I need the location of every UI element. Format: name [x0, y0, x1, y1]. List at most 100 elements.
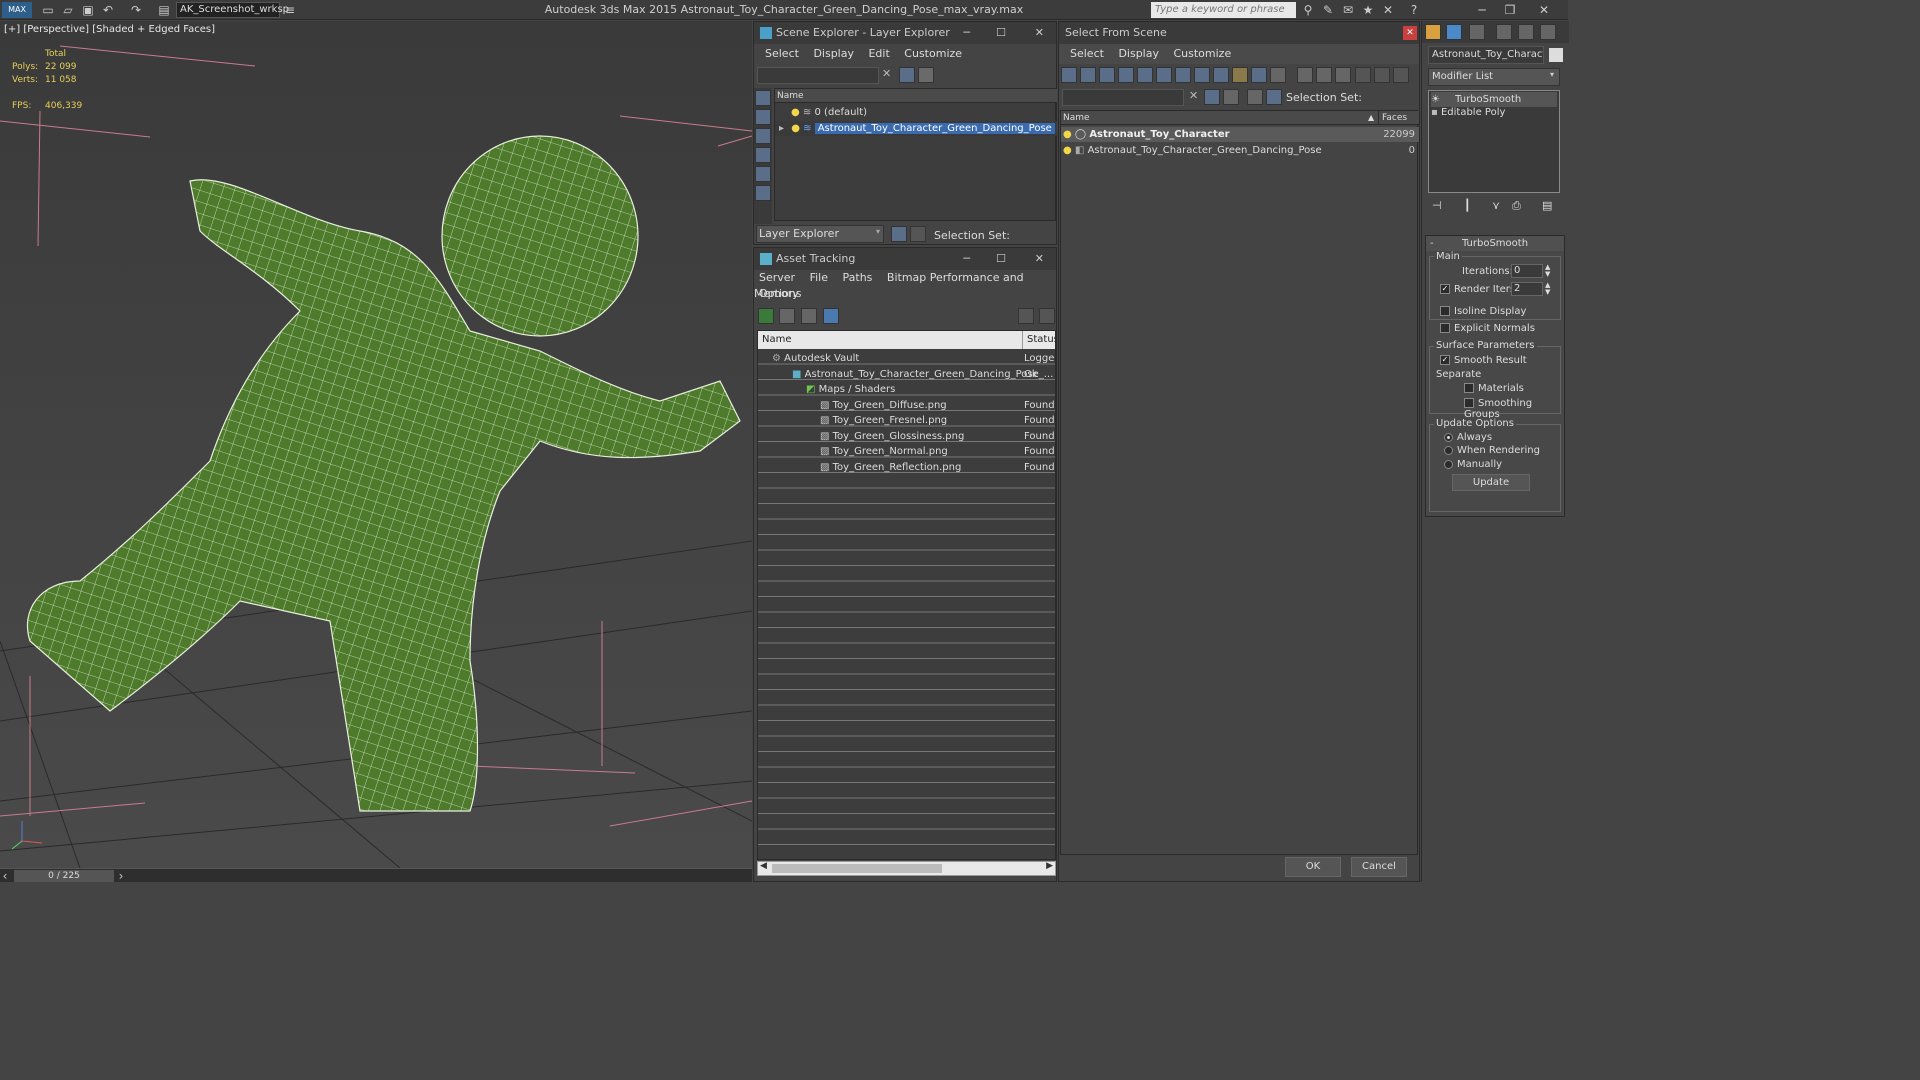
smoothing-groups-row[interactable]: Smoothing Groups [1464, 398, 1564, 420]
spinner-arrows-icon[interactable]: ▲ ▼ [1545, 282, 1550, 296]
select-search-input[interactable] [1062, 89, 1184, 106]
smooth-result-row[interactable]: ✓ Smooth Result [1440, 355, 1527, 366]
filter-icon[interactable] [899, 67, 915, 83]
table-view-icon[interactable] [823, 308, 839, 324]
close-icon[interactable]: ✕ [1035, 248, 1044, 270]
display-hidden-icon[interactable] [1270, 67, 1286, 83]
materials-row[interactable]: Materials [1464, 383, 1524, 394]
search-input[interactable]: Type a keyword or phrase [1151, 2, 1296, 18]
menu-select[interactable]: Select [1070, 47, 1104, 60]
display-xrefs-icon[interactable] [1194, 67, 1210, 83]
menu-customize[interactable]: Customize [904, 47, 962, 60]
spinner-arrows-icon[interactable]: ▲ ▼ [1545, 264, 1550, 278]
update-always-row[interactable]: Always [1444, 432, 1492, 443]
chevron-down-icon[interactable]: ▾ [1550, 70, 1554, 79]
col-faces-header[interactable]: Faces [1378, 111, 1407, 125]
display-geometry-icon[interactable] [755, 109, 771, 125]
utilities-tab-icon[interactable] [1540, 24, 1556, 40]
time-prev-icon[interactable]: ‹ [0, 868, 10, 884]
rollout-header[interactable]: - TurboSmooth [1426, 236, 1564, 251]
display-tab-icon[interactable] [1518, 24, 1534, 40]
update-button[interactable]: Update [1452, 474, 1530, 491]
smooth-result-checkbox[interactable]: ✓ [1440, 355, 1450, 365]
favorites-star-icon[interactable]: ★ [1360, 2, 1376, 18]
find-filter-icon[interactable] [1204, 89, 1220, 105]
cancel-button[interactable]: Cancel [1351, 857, 1407, 877]
pin-stack-icon[interactable]: ⊣ [1432, 199, 1442, 212]
select-invert-icon[interactable] [1335, 67, 1351, 83]
iterations-spinner[interactable]: 0 [1511, 264, 1543, 278]
modify-tab-icon[interactable] [1446, 24, 1462, 40]
minimize-icon[interactable]: ─ [1468, 2, 1496, 18]
refresh-icon[interactable] [758, 308, 774, 324]
menu-file[interactable]: File [810, 271, 828, 284]
col-status-header[interactable]: Status [1022, 331, 1055, 349]
menu-display[interactable]: Display [813, 47, 854, 60]
asset-row[interactable]: ▧ Toy_Green_Diffuse.png [820, 398, 947, 413]
col-name-header[interactable]: Name [1063, 111, 1090, 125]
time-slider[interactable]: 0 / 225 [14, 870, 114, 882]
display-cameras-icon[interactable] [755, 166, 771, 182]
settings-icon[interactable] [1039, 308, 1055, 324]
scene-explorer-search[interactable] [757, 67, 879, 84]
materials-checkbox[interactable] [1464, 383, 1474, 393]
restore-icon[interactable]: ❐ [1496, 2, 1524, 18]
list-view-icon[interactable] [779, 308, 795, 324]
collapse-icon[interactable]: - [1430, 236, 1434, 251]
close-icon[interactable]: ✕ [1035, 22, 1044, 44]
hierarchy-icon[interactable] [1266, 89, 1282, 105]
layer-row[interactable]: ● ≋ 0 (default) [775, 105, 1057, 120]
display-bones-icon[interactable] [1213, 67, 1229, 83]
horizontal-scrollbar[interactable]: ◀ ▶ [757, 861, 1056, 876]
expand-arrow-icon[interactable]: ▸ [779, 123, 784, 134]
create-tab-icon[interactable] [1425, 24, 1441, 40]
asset-row[interactable]: ▧ Toy_Green_Reflection.png [820, 460, 961, 475]
asset-row[interactable]: ▧ Toy_Green_Normal.png [820, 444, 948, 459]
configure-sets-icon[interactable]: ▤ [1542, 199, 1552, 212]
time-next-icon[interactable]: › [116, 868, 126, 884]
help-icon[interactable] [1018, 308, 1034, 324]
hierarchy-tab-icon[interactable] [1469, 24, 1485, 40]
bulb-icon[interactable]: ☀ [1431, 94, 1440, 105]
light-bulb-icon[interactable]: ● [1063, 129, 1072, 140]
display-geometry-icon[interactable] [1061, 67, 1077, 83]
asset-row[interactable]: ⚙ Autodesk Vault [772, 351, 859, 366]
explicit-normals-row[interactable]: Explicit Normals [1440, 323, 1535, 334]
show-end-result-icon[interactable]: ┃ [1464, 199, 1471, 212]
display-helpers-icon[interactable] [1137, 67, 1153, 83]
display-frozen-icon[interactable] [1251, 67, 1267, 83]
hierarchy-filter-icon[interactable] [1374, 67, 1390, 83]
render-iters-spinner[interactable]: 2 [1511, 282, 1543, 296]
always-radio[interactable] [1444, 432, 1453, 442]
chevron-down-icon[interactable]: ▾ [876, 227, 880, 236]
stack-item-editable-poly[interactable]: ▪ Editable Poly [1431, 105, 1557, 120]
communication-icon[interactable]: ✉ [1340, 2, 1356, 18]
close-icon[interactable]: ✕ [1403, 26, 1417, 40]
asset-row[interactable]: ◩ Maps / Shaders [806, 382, 895, 397]
column-header-name[interactable]: Name [775, 89, 1057, 103]
help-icon[interactable]: ? [1406, 2, 1422, 18]
motion-tab-icon[interactable] [1496, 24, 1512, 40]
menu-options[interactable]: Options [754, 286, 1056, 302]
find-options-icon[interactable] [918, 67, 934, 83]
remove-modifier-icon[interactable]: ⎙ [1512, 199, 1521, 213]
clear-search-icon[interactable]: ✕ [882, 67, 891, 80]
maximize-icon[interactable]: ☐ [996, 248, 1006, 270]
minimize-icon[interactable]: ─ [963, 22, 970, 44]
menu-server[interactable]: Server [759, 271, 795, 284]
time-slider-bar[interactable]: ‹ 0 / 225 › [0, 868, 752, 884]
close-search-icon[interactable]: ✕ [1380, 2, 1396, 18]
scroll-left-icon[interactable]: ◀ [760, 861, 767, 871]
menu-display[interactable]: Display [1118, 47, 1159, 60]
ok-button[interactable]: OK [1285, 857, 1341, 877]
display-none-icon[interactable] [755, 90, 771, 106]
maximize-icon[interactable]: ☐ [996, 22, 1006, 44]
menu-customize[interactable]: Customize [1173, 47, 1231, 60]
clear-search-icon[interactable]: ✕ [1189, 89, 1198, 102]
menu-paths[interactable]: Paths [843, 271, 873, 284]
isoline-checkbox[interactable] [1440, 306, 1450, 316]
display-spacewarps-icon[interactable] [1156, 67, 1172, 83]
smoothing-groups-checkbox[interactable] [1464, 398, 1474, 408]
layer-explorer-icon[interactable] [891, 226, 907, 242]
display-shapes-icon[interactable] [755, 128, 771, 144]
